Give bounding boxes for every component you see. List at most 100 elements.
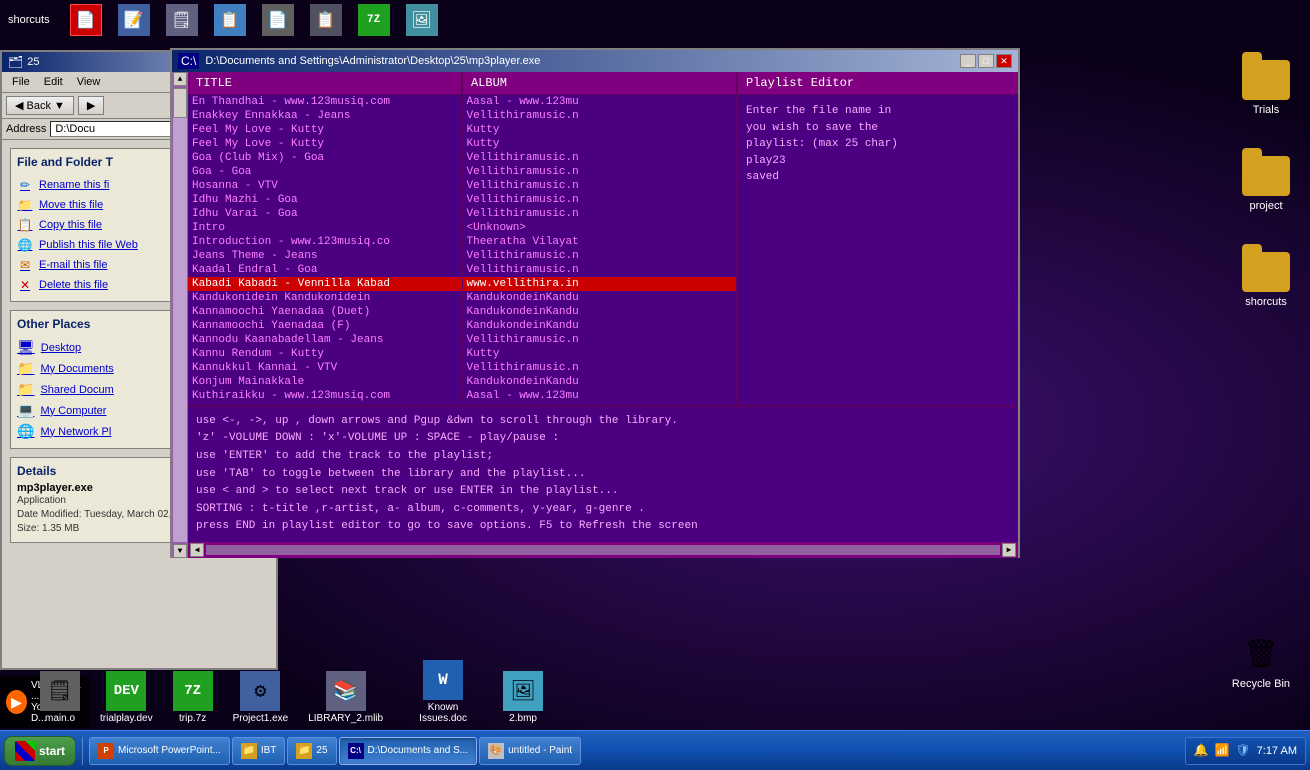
taskbar-cmd-label: D:\Documents and S... [368,745,469,756]
desktop-folder-project[interactable]: project [1242,156,1290,212]
move-icon: 📁 [17,197,33,213]
taskbar-item-25[interactable]: 📁 25 [287,737,336,765]
my-documents-label: My Documents [40,363,113,375]
instruction-3: use 'ENTER' to add the track to the play… [196,448,1010,466]
cmd-taskbar-icon: C:\ [348,743,364,759]
track-row[interactable]: Feel My Love - Kutty Kutty [188,123,736,137]
top-icon-file2[interactable]: 📋 [214,4,246,36]
taskbar-powerpoint-label: Microsoft PowerPoint... [118,745,221,756]
top-icon-acrobat[interactable]: 📄 [70,4,102,36]
instruction-4: use 'TAB' to toggle between the library … [196,466,1010,484]
tray-icon-network[interactable]: 📶 [1214,743,1229,758]
folder-icon-25: 📁 [296,743,312,759]
menu-view[interactable]: View [71,74,107,90]
taskbar-item-powerpoint[interactable]: P Microsoft PowerPoint... [89,737,230,765]
project-label: project [1249,200,1282,212]
track-row[interactable]: Kandukonidein Kandukonidein Kandukondein… [188,291,736,305]
move-label: Move this file [39,199,103,211]
bottom-icon-project[interactable]: ⚙ Project1.exe [233,671,289,724]
track-row[interactable]: Kannukkul Kannai - VTV Vellithiramusic.n [188,361,736,375]
track-row[interactable]: Idhu Mazhi - Goa Vellithiramusic.n [188,193,736,207]
track-row[interactable]: Goa (Club Mix) - Goa Vellithiramusic.n [188,151,736,165]
mp3player-window: C:\ D:\Documents and Settings\Administra… [170,48,1020,558]
top-icon-file3[interactable]: 📄 [262,4,294,36]
tray-time: 7:17 AM [1257,745,1297,757]
explorer-title-icon: 🗂 [8,55,23,69]
playlist-text: Enter the file name in you wish to save … [746,103,1010,186]
mp3player-title: D:\Documents and Settings\Administrator\… [205,55,540,67]
trip-label: trip.7z [179,713,206,724]
track-list: En Thandhai - www.123musiq.com Aasal - w… [188,95,738,405]
track-row[interactable]: Kannamoochi Yaenadaa (Duet) Kandukondein… [188,305,736,319]
mp3player-maximize-btn[interactable]: □ [978,54,994,68]
taskbar-item-ibt[interactable]: 📁 IBT [232,737,286,765]
back-button[interactable]: ◀ Back ▼ [6,96,74,115]
bmp-label: 2.bmp [509,713,537,724]
track-row[interactable]: Enakkey Ennakkaa - Jeans Vellithiramusic… [188,109,736,123]
network-label: My Network Pl [40,426,111,438]
start-button[interactable]: start [4,736,76,766]
top-icon-file4[interactable]: 📋 [310,4,342,36]
track-row[interactable]: Jeans Theme - Jeans Vellithiramusic.n [188,249,736,263]
tray-icon-security[interactable]: 🛡 [1235,743,1250,758]
forward-button[interactable]: ▶ [78,96,104,115]
rename-icon: ✏ [17,177,33,193]
horizontal-scrollbar[interactable]: ◀ ▶ [188,542,1018,558]
taskbar-item-paint[interactable]: 🎨 untitled - Paint [479,737,581,765]
mp3-instructions: use <-, ->, up , down arrows and Pgup &d… [188,405,1018,542]
track-row[interactable]: Idhu Varai - Goa Vellithiramusic.n [188,207,736,221]
track-row[interactable]: En Thandhai - www.123musiq.com Aasal - w… [188,95,736,109]
folder-icon-ibt: 📁 [241,743,257,759]
instruction-2: 'z' -VOLUME DOWN : 'x'-VOLUME UP : SPACE… [196,430,1010,448]
shared-docs-icon: 📁 [17,381,34,398]
track-row[interactable]: Kuthiraikku - www.123musiq.com Aasal - w… [188,389,736,403]
top-icon-text[interactable]: 🗒 [166,4,198,36]
mp3-scrollbar[interactable]: ▲ ▼ [172,72,188,558]
bottom-icons-bar: 🗒 main.o DEV trialplay.dev 7Z trip.7z ⚙ … [0,656,1310,728]
my-computer-label: My Computer [40,405,106,417]
track-row[interactable]: Goa - Goa Vellithiramusic.n [188,165,736,179]
scrollbar-thumb[interactable] [173,88,187,118]
publish-label: Publish this file Web [39,239,138,251]
top-icon-7z[interactable]: 7Z [358,4,390,36]
desktop-folder-trials[interactable]: Trials [1242,60,1290,116]
paint-icon: 🎨 [488,743,504,759]
bottom-icon-bmp[interactable]: 🖼 2.bmp [503,671,543,724]
track-row-highlighted[interactable]: Kabadi Kabadi - Vennilla Kabad www.velli… [188,277,736,291]
start-label: start [39,744,65,758]
instruction-1: use <-, ->, up , down arrows and Pgup &d… [196,413,1010,431]
scrollbar-track[interactable] [173,88,187,542]
desktop-folder-shorcuts[interactable]: shorcuts [1242,252,1290,308]
track-row[interactable]: Hosanna - VTV Vellithiramusic.n [188,179,736,193]
bottom-icon-trialplay[interactable]: DEV trialplay.dev [100,671,153,724]
bottom-icon-known-issues[interactable]: W Known Issues.doc [403,660,483,724]
trialplay-icon: DEV [106,671,146,711]
track-row[interactable]: Intro <Unknown> [188,221,736,235]
track-row[interactable]: Introduction - www.123musiq.co Theeratha… [188,235,736,249]
desktop-label: Desktop [41,342,81,354]
taskbar-item-cmd[interactable]: C:\ D:\Documents and S... [339,737,478,765]
bottom-icon-main[interactable]: 🗒 main.o [40,671,80,724]
main-file-icon: 🗒 [40,671,80,711]
trip-7z-icon: 7Z [173,671,213,711]
project-exe-label: Project1.exe [233,713,289,724]
cmd-icon: C:\ [178,53,199,69]
system-tray: 🔔 📶 🛡 7:17 AM [1185,737,1307,765]
mp3player-close-btn[interactable]: ✕ [996,54,1012,68]
mp3-body: En Thandhai - www.123musiq.com Aasal - w… [188,95,1018,405]
bottom-icon-trip[interactable]: 7Z trip.7z [173,671,213,724]
track-row[interactable]: Kaadal Endral - Goa Vellithiramusic.n [188,263,736,277]
tray-icon-1[interactable]: 🔔 [1194,743,1209,758]
track-row[interactable]: Kannamoochi Yaenadaa (F) KandukondeinKan… [188,319,736,333]
track-row[interactable]: Feel My Love - Kutty Kutty [188,137,736,151]
menu-edit[interactable]: Edit [38,74,69,90]
top-icon-doc[interactable]: 📝 [118,4,150,36]
instruction-6: SORTING : t-title ,r-artist, a- album, c… [196,501,1010,519]
top-icon-image[interactable]: 🖼 [406,4,438,36]
track-row[interactable]: Konjum Mainakkale KandukondeinKandu [188,375,736,389]
menu-file[interactable]: File [6,74,36,90]
track-row[interactable]: Kannodu Kaanabadellam - Jeans Vellithira… [188,333,736,347]
track-row[interactable]: Kannu Rendum - Kutty Kutty [188,347,736,361]
mp3player-minimize-btn[interactable]: _ [960,54,976,68]
bottom-icon-library[interactable]: 📚 LIBRARY_2.mlib [308,671,383,724]
